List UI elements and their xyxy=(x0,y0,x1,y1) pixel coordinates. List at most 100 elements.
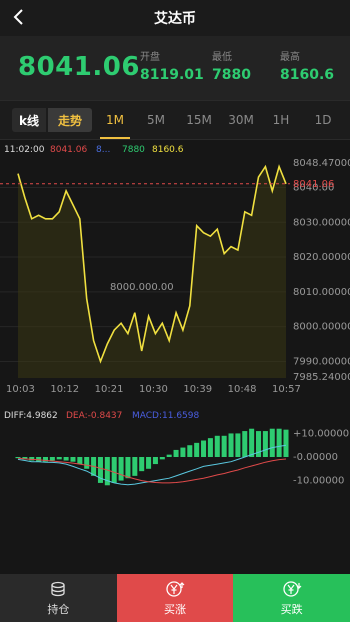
macd-value-label: MACD:11.6598 xyxy=(132,411,200,421)
price-axis-label: 8030.00000 xyxy=(293,217,350,228)
high-value: 8160.6 xyxy=(280,67,335,83)
macd-bar xyxy=(146,457,152,469)
macd-axis: +10.00000 -0.00000 -10.00000 xyxy=(293,428,349,486)
macd-bar xyxy=(63,457,69,461)
price-axis-label: 8010.00000 xyxy=(293,287,350,298)
price-axis-label: 8000.00000 xyxy=(293,322,350,333)
macd-bar xyxy=(214,435,220,457)
macd-axis-label: -10.00000 xyxy=(293,476,344,487)
price-axis-label: 7990.00000 xyxy=(293,356,350,367)
macd-bar xyxy=(139,457,145,472)
macd-bar xyxy=(132,457,138,476)
macd-axis-label: +10.00000 xyxy=(293,428,349,439)
macd-bars xyxy=(15,428,289,486)
macd-diff-label: DIFF:4.9862 xyxy=(4,411,58,421)
time-axis-label: 10:39 xyxy=(183,384,212,395)
macd-bar xyxy=(29,457,35,461)
macd-bar xyxy=(70,457,76,462)
time-axis-label: 10:48 xyxy=(228,384,257,395)
tab-1d[interactable]: 1D xyxy=(310,108,336,132)
macd-bar xyxy=(159,457,165,460)
info-low: 7880 xyxy=(122,145,145,155)
info-time: 11:02:00 xyxy=(4,145,45,155)
macd-bar xyxy=(152,457,158,465)
macd-bar xyxy=(77,457,83,465)
trend-chart[interactable]: 11:02:00 8041.06 8... 7880 8160.6 8048.4… xyxy=(0,140,350,572)
macd-bar xyxy=(269,428,275,457)
price-area xyxy=(18,166,286,378)
macd-bar xyxy=(180,447,186,457)
high-label: 最高 xyxy=(280,52,300,63)
macd-bar xyxy=(118,457,124,481)
info-open: 8... xyxy=(96,145,110,155)
macd-bar xyxy=(207,438,213,457)
tab-5m[interactable]: 5M xyxy=(140,108,172,132)
time-axis-label: 10:03 xyxy=(6,384,35,395)
price-axis: 8048.470008040.008030.000008020.00000801… xyxy=(293,158,350,383)
macd-bar xyxy=(249,428,255,457)
current-price-tag: 8041.06 xyxy=(293,179,334,190)
hold-label: 持仓 xyxy=(47,602,70,616)
time-axis: 10:03 10:12 10:21 10:30 10:39 10:48 10:57 xyxy=(6,384,301,395)
macd-bar xyxy=(56,457,62,460)
macd-dea-line xyxy=(17,457,287,484)
tab-30m[interactable]: 30M xyxy=(224,108,258,132)
macd-bar xyxy=(201,440,207,457)
buy-up-button[interactable]: 买涨 xyxy=(116,574,234,622)
info-high: 8160.6 xyxy=(152,145,184,155)
yen-down-icon xyxy=(283,580,302,597)
macd-bar xyxy=(235,433,241,457)
open-stat: 开盘 8119.01 xyxy=(140,48,204,83)
buy-up-label: 买涨 xyxy=(164,602,186,616)
low-stat: 最低 7880 xyxy=(212,48,251,83)
macd-bar xyxy=(125,457,131,479)
tab-1m[interactable]: 1M xyxy=(100,108,130,139)
coins-icon xyxy=(51,581,65,596)
macd-bar xyxy=(276,428,282,457)
macd-bar xyxy=(221,435,227,457)
time-axis-label: 10:30 xyxy=(139,384,168,395)
macd-axis-label: -0.00000 xyxy=(293,452,338,463)
price-area-fill xyxy=(18,166,286,378)
buy-down-button[interactable]: 买跌 xyxy=(233,574,350,622)
macd-bar xyxy=(242,431,248,457)
open-value: 8119.01 xyxy=(140,67,204,83)
time-axis-label: 10:12 xyxy=(50,384,79,395)
tab-1h[interactable]: 1H xyxy=(268,108,294,132)
macd-bar xyxy=(283,429,289,457)
buy-down-label: 买跌 xyxy=(280,602,303,616)
price-axis-label: 7985.24000 xyxy=(293,372,350,383)
macd-bar xyxy=(111,457,117,483)
tab-trend[interactable]: 走势 xyxy=(48,108,92,132)
macd-dea-label: DEA:-0.8437 xyxy=(66,411,122,421)
macd-bar xyxy=(187,445,193,457)
open-label: 开盘 xyxy=(140,52,160,63)
high-stat: 最高 8160.6 xyxy=(280,48,334,83)
macd-bar xyxy=(49,457,55,461)
bottom-actions: 持仓 买涨 买跌 xyxy=(0,574,350,622)
macd-bar xyxy=(262,431,268,457)
last-price: 8041.06 xyxy=(18,52,140,82)
back-arrow-icon[interactable] xyxy=(8,6,30,28)
chart-tabs: k线 走势 1M 5M 15M 30M 1H 1D xyxy=(0,100,350,140)
price-summary: 8041.06 开盘 8119.01 最低 7880 最高 8160.6 xyxy=(0,36,350,100)
chart-overlay-text: 8000.000.00 xyxy=(110,282,174,293)
low-label: 最低 xyxy=(212,52,232,63)
tab-15m[interactable]: 15M xyxy=(182,108,216,132)
price-axis-label: 8020.00000 xyxy=(293,252,350,263)
time-axis-label: 10:57 xyxy=(272,384,301,395)
top-bar: 艾达币 xyxy=(0,0,350,36)
tab-kline[interactable]: k线 xyxy=(12,108,46,132)
macd-bar xyxy=(84,457,90,469)
macd-bar xyxy=(166,454,172,457)
hold-button[interactable]: 持仓 xyxy=(0,574,117,622)
macd-bar xyxy=(228,433,234,457)
macd-bar xyxy=(173,449,179,457)
price-axis-label: 8048.47000 xyxy=(293,158,350,169)
yen-up-icon xyxy=(166,580,185,597)
time-axis-label: 10:21 xyxy=(95,384,124,395)
chart-svg[interactable]: 11:02:00 8041.06 8... 7880 8160.6 8048.4… xyxy=(0,140,350,572)
page-title: 艾达币 xyxy=(154,11,196,27)
info-price: 8041.06 xyxy=(50,145,87,155)
low-value: 7880 xyxy=(212,67,251,83)
